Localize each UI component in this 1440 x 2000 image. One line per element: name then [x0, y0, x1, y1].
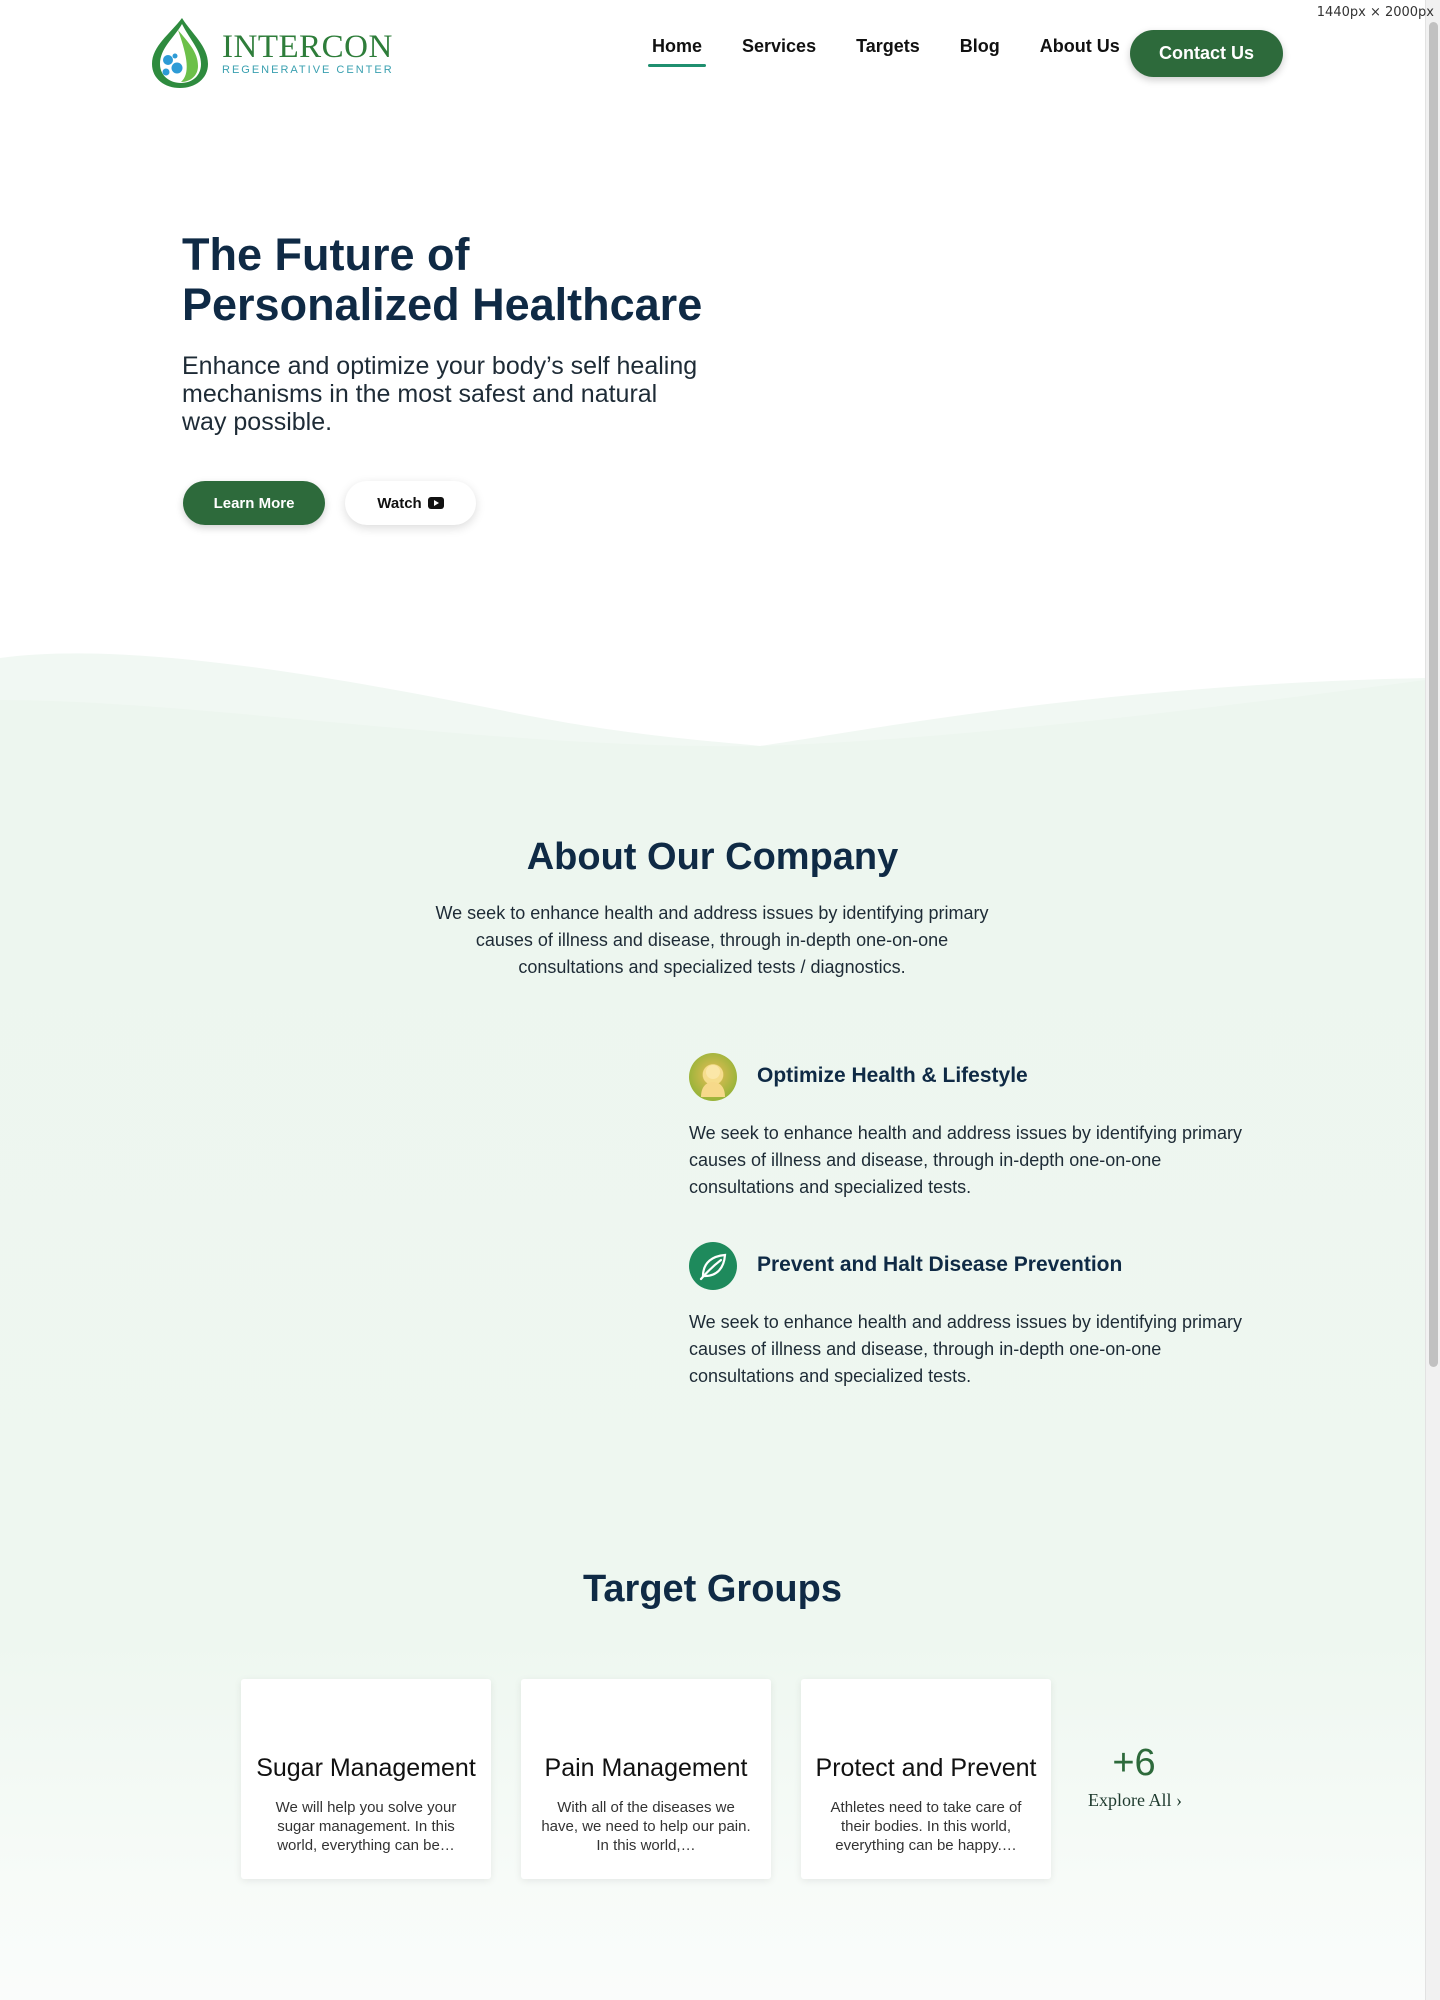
about-title: About Our Company: [526, 836, 899, 878]
hero-subtitle: Enhance and optimize your body’s self he…: [182, 352, 698, 436]
card-text: With all of the diseases we have, we nee…: [541, 1799, 751, 1854]
site-header: INTERCON REGENERATIVE CENTER Home Servic…: [0, 0, 1425, 104]
target-card-protect-and-prevent[interactable]: Protect and Prevent Athletes need to tak…: [801, 1679, 1051, 1879]
logo[interactable]: INTERCON REGENERATIVE CENTER: [148, 16, 394, 90]
section-wave-divider: [0, 653, 1425, 800]
feature-title: Optimize Health & Lifestyle: [757, 1064, 1028, 1087]
explore-all-link[interactable]: Explore All ›: [1080, 1790, 1190, 1811]
watch-button-label: Watch: [377, 494, 422, 512]
logo-droplet-icon: [152, 18, 208, 88]
target-card-pain-management[interactable]: Pain Management With all of the diseases…: [521, 1679, 771, 1879]
nav-targets[interactable]: Targets: [856, 36, 920, 65]
person-avatar-icon: [689, 1053, 737, 1101]
leaf-icon: [689, 1242, 737, 1290]
dimension-label: 1440px × 2000px: [1316, 5, 1434, 20]
feature-description: We seek to enhance health and address is…: [689, 1123, 1242, 1197]
logo-name: INTERCON: [222, 29, 393, 65]
nav-about-us[interactable]: About Us: [1040, 36, 1120, 65]
main-nav: Home Services Targets Blog About Us: [647, 36, 1160, 67]
card-title: Pain Management: [544, 1754, 748, 1782]
nav-blog[interactable]: Blog: [960, 36, 1000, 65]
video-play-icon: [427, 497, 444, 509]
card-text: Athletes need to take care of their bodi…: [830, 1799, 1022, 1854]
vertical-scrollbar[interactable]: [1425, 0, 1440, 2000]
scrollbar-thumb[interactable]: [1429, 22, 1438, 1367]
hero-title: The Future of Personalized Healthcare: [182, 229, 703, 330]
contact-us-button[interactable]: Contact Us: [1130, 30, 1283, 77]
feature-title: Prevent and Halt Disease Prevention: [757, 1253, 1123, 1276]
nav-services[interactable]: Services: [742, 36, 816, 65]
about-description: We seek to enhance health and address is…: [435, 903, 989, 977]
card-title: Sugar Management: [256, 1754, 476, 1782]
card-text: We will help you solve your sugar manage…: [275, 1799, 457, 1854]
more-targets-count: +6: [1112, 1742, 1156, 1784]
nav-home[interactable]: Home: [647, 36, 707, 67]
target-groups-title: Target Groups: [583, 1568, 842, 1610]
feature-description: We seek to enhance health and address is…: [689, 1312, 1242, 1386]
target-card-sugar-management[interactable]: Sugar Management We will help you solve …: [241, 1679, 491, 1879]
card-title: Protect and Prevent: [815, 1754, 1037, 1782]
logo-tagline: REGENERATIVE CENTER: [222, 64, 394, 76]
watch-button[interactable]: Watch: [345, 481, 476, 525]
learn-more-button[interactable]: Learn More: [183, 481, 325, 525]
